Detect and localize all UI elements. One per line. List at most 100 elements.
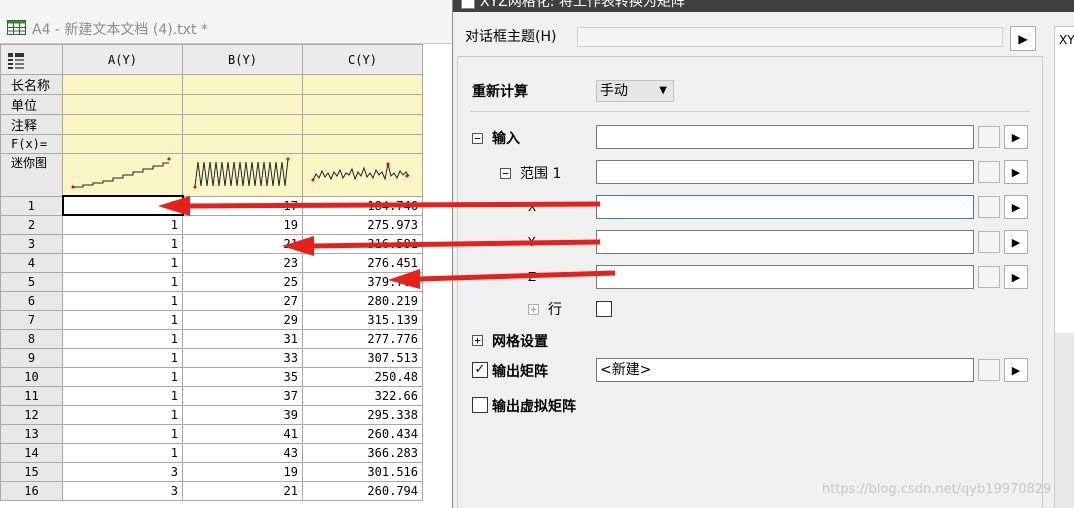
input-collapse-toggle[interactable]: − xyxy=(472,133,483,144)
row-number-cell[interactable]: 2 xyxy=(0,214,63,235)
column-a-cell[interactable]: 1 xyxy=(62,366,183,387)
row-number-cell[interactable]: 6 xyxy=(0,290,63,311)
range1-collapse-toggle[interactable]: − xyxy=(500,168,511,179)
column-c-cell[interactable]: 260.794 xyxy=(302,480,423,501)
select-range-button[interactable] xyxy=(978,266,1000,288)
column-b-cell[interactable]: 19 xyxy=(182,214,303,235)
units-cell[interactable] xyxy=(182,94,303,115)
comments-cell[interactable] xyxy=(182,114,303,135)
column-a-cell[interactable]: 1 xyxy=(62,271,183,292)
longname-cell[interactable] xyxy=(302,74,423,95)
formula-cell[interactable] xyxy=(62,134,183,154)
select-range-button[interactable] xyxy=(978,161,1000,183)
column-header-a[interactable]: A(Y) xyxy=(62,44,183,75)
row-number-cell[interactable]: 5 xyxy=(0,271,63,292)
column-b-cell[interactable]: 21 xyxy=(182,480,303,501)
longname-cell[interactable] xyxy=(182,74,303,95)
column-a-cell[interactable]: 1 xyxy=(61,195,184,216)
select-range-button[interactable] xyxy=(978,231,1000,253)
output-matrix-menu-button[interactable]: ▶ xyxy=(1004,358,1028,382)
z-field[interactable] xyxy=(596,265,974,289)
z-menu-button[interactable]: ▶ xyxy=(1004,265,1028,289)
row-number-cell[interactable]: 14 xyxy=(0,442,63,463)
formula-cell[interactable] xyxy=(302,134,423,154)
column-b-cell[interactable]: 31 xyxy=(182,328,303,349)
column-header-c[interactable]: C(Y) xyxy=(302,44,423,75)
row-number-cell[interactable]: 13 xyxy=(0,423,63,444)
column-c-cell[interactable]: 275.973 xyxy=(302,214,423,235)
y-menu-button[interactable]: ▶ xyxy=(1004,230,1028,254)
column-a-cell[interactable]: 1 xyxy=(62,404,183,425)
column-a-cell[interactable]: 1 xyxy=(62,309,183,330)
column-b-cell[interactable]: 43 xyxy=(182,442,303,463)
column-a-cell[interactable]: 1 xyxy=(62,290,183,311)
dialog-titlebar[interactable]: XYZ网格化: 将工作表转换为矩阵 xyxy=(453,0,1074,12)
units-cell[interactable] xyxy=(302,94,423,115)
select-all-corner[interactable] xyxy=(0,44,63,75)
row-number-cell[interactable]: 8 xyxy=(0,328,63,349)
column-b-cell[interactable]: 25 xyxy=(182,271,303,292)
row-checkbox[interactable] xyxy=(596,301,612,317)
range1-menu-button[interactable]: ▶ xyxy=(1004,160,1028,184)
units-cell[interactable] xyxy=(62,94,183,115)
column-b-cell[interactable]: 27 xyxy=(182,290,303,311)
column-b-cell[interactable]: 37 xyxy=(182,385,303,406)
column-c-cell[interactable]: 184.746 xyxy=(302,195,423,216)
column-c-cell[interactable]: 315.139 xyxy=(302,309,423,330)
column-c-cell[interactable]: 277.776 xyxy=(302,328,423,349)
column-b-cell[interactable]: 29 xyxy=(182,309,303,330)
column-c-cell[interactable]: 260.434 xyxy=(302,423,423,444)
column-a-cell[interactable]: 1 xyxy=(62,214,183,235)
column-b-cell[interactable]: 41 xyxy=(182,423,303,444)
column-a-cell[interactable]: 1 xyxy=(62,347,183,368)
column-a-cell[interactable]: 1 xyxy=(62,423,183,444)
row-number-cell[interactable]: 10 xyxy=(0,366,63,387)
column-b-cell[interactable]: 19 xyxy=(182,461,303,482)
column-c-cell[interactable]: 250.48 xyxy=(302,366,423,387)
input-field[interactable] xyxy=(596,125,974,149)
column-c-cell[interactable]: 322.66 xyxy=(302,385,423,406)
range1-field[interactable] xyxy=(596,160,974,184)
column-c-cell[interactable]: 276.451 xyxy=(302,252,423,273)
sparkline-b[interactable] xyxy=(182,153,303,197)
row-number-cell[interactable]: 4 xyxy=(0,252,63,273)
select-range-button[interactable] xyxy=(978,359,1000,381)
comments-cell[interactable] xyxy=(302,114,423,135)
row-number-cell[interactable]: 9 xyxy=(0,347,63,368)
worksheet-titlebar[interactable]: A4 - 新建文本文档 (4).txt * xyxy=(0,0,452,44)
row-number-cell[interactable]: 7 xyxy=(0,309,63,330)
column-c-cell[interactable]: 295.338 xyxy=(302,404,423,425)
sparkline-c[interactable] xyxy=(302,153,423,197)
column-b-cell[interactable]: 23 xyxy=(182,252,303,273)
sparkline-a[interactable] xyxy=(62,153,183,197)
column-c-cell[interactable]: 366.283 xyxy=(302,442,423,463)
row-number-cell[interactable]: 12 xyxy=(0,404,63,425)
column-c-cell[interactable]: 307.513 xyxy=(302,347,423,368)
column-a-cell[interactable]: 3 xyxy=(62,480,183,501)
column-b-cell[interactable]: 21 xyxy=(182,233,303,254)
row-number-cell[interactable]: 1 xyxy=(0,195,63,216)
longname-cell[interactable] xyxy=(62,74,183,95)
row-number-cell[interactable]: 3 xyxy=(0,233,63,254)
column-a-cell[interactable]: 1 xyxy=(62,442,183,463)
recalculate-dropdown[interactable]: 手动 ▼ xyxy=(596,80,674,102)
select-range-button[interactable] xyxy=(978,196,1000,218)
output-virtual-matrix-checkbox[interactable] xyxy=(472,397,488,413)
dialog-theme-input[interactable] xyxy=(577,27,1003,47)
column-b-cell[interactable]: 35 xyxy=(182,366,303,387)
input-menu-button[interactable]: ▶ xyxy=(1004,125,1028,149)
column-b-cell[interactable]: 33 xyxy=(182,347,303,368)
output-matrix-field[interactable]: <新建> xyxy=(596,358,974,382)
formula-cell[interactable] xyxy=(182,134,303,154)
x-field[interactable] xyxy=(596,195,974,219)
y-field[interactable] xyxy=(596,230,974,254)
column-a-cell[interactable]: 1 xyxy=(62,385,183,406)
row-number-cell[interactable]: 15 xyxy=(0,461,63,482)
column-a-cell[interactable]: 1 xyxy=(62,252,183,273)
dialog-theme-menu-button[interactable]: ▶ xyxy=(1010,26,1036,51)
column-a-cell[interactable]: 1 xyxy=(62,328,183,349)
x-menu-button[interactable]: ▶ xyxy=(1004,195,1028,219)
column-a-cell[interactable]: 3 xyxy=(62,461,183,482)
column-c-cell[interactable]: 379.702 xyxy=(302,271,423,292)
select-range-button[interactable] xyxy=(978,126,1000,148)
